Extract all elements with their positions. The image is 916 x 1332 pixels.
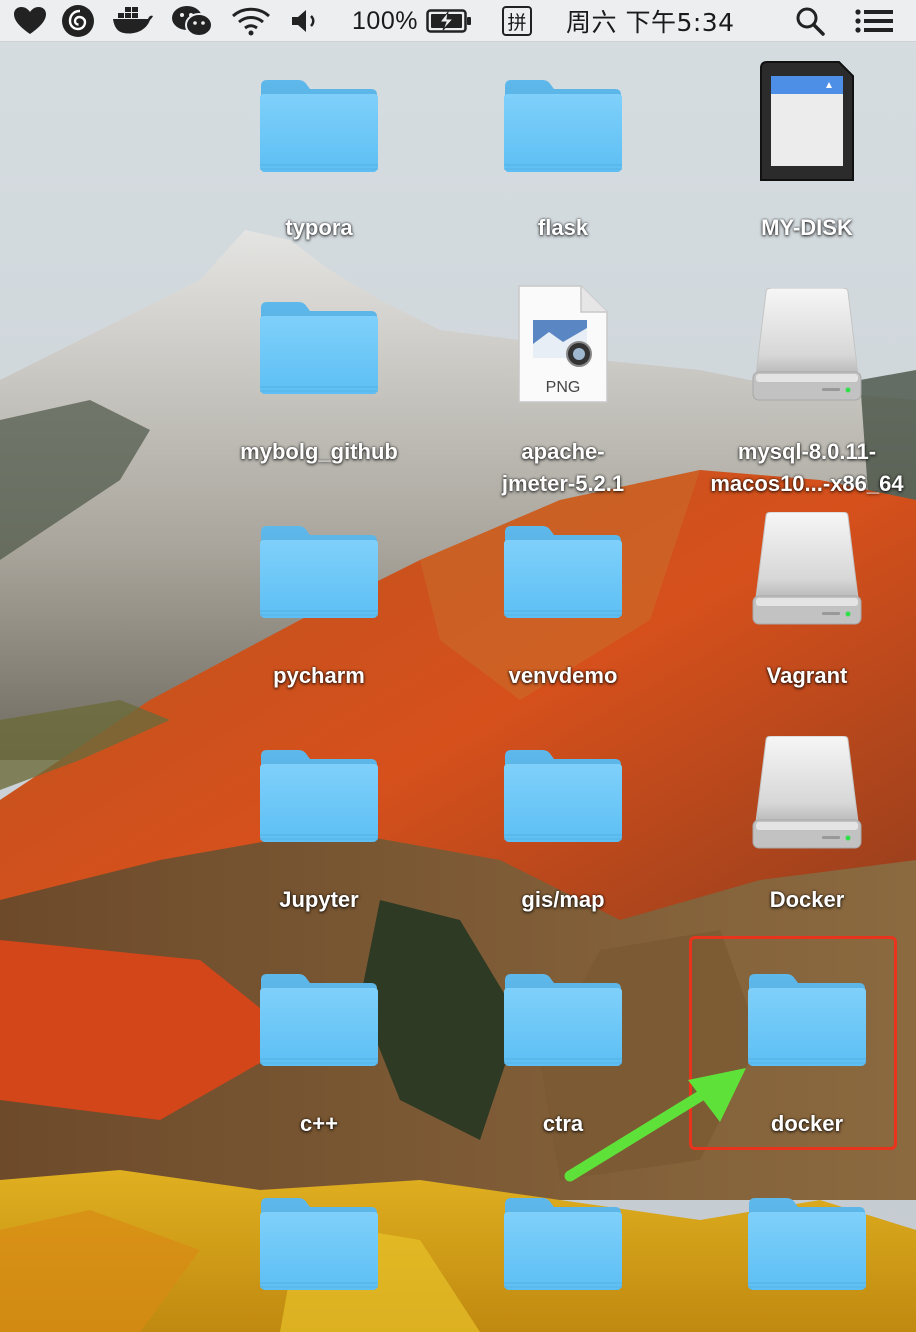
disk-icon: [752, 736, 862, 852]
menu-clock[interactable]: 周六 下午5:34: [566, 0, 756, 42]
item-label: Docker: [769, 887, 845, 912]
item-label: macos10...-x86_64: [710, 471, 904, 496]
desktop-item-venvdemo[interactable]: venvdemo: [443, 520, 683, 692]
pointer-arrow-icon: [564, 1068, 746, 1182]
folder-icon: [503, 748, 623, 844]
desktop-item-typora[interactable]: typora: [199, 72, 439, 244]
disk-icon: [752, 288, 862, 404]
png-file-icon: PNG: [518, 285, 608, 403]
netease-music-icon[interactable]: [58, 0, 98, 42]
folder-icon: [259, 300, 379, 396]
folder-icon: [503, 78, 623, 174]
heart-icon[interactable]: [12, 0, 48, 42]
item-label: mybolg_github: [240, 439, 398, 464]
battery-charging-icon[interactable]: [424, 0, 474, 42]
item-label: MY-DISK: [761, 215, 853, 240]
item-label: apache-: [521, 439, 605, 464]
menu-bar: 100% 拼 周六 下午5:34: [0, 0, 916, 42]
desktop-item-flask[interactable]: flask: [443, 72, 683, 244]
folder-icon: [747, 1196, 867, 1292]
desktop-item-partial-2[interactable]: [443, 1192, 683, 1332]
item-label: typora: [285, 215, 353, 240]
docker-whale-icon[interactable]: [110, 0, 156, 42]
wechat-icon[interactable]: [168, 0, 216, 42]
desktop-item-mybolg-github[interactable]: mybolg_github: [199, 296, 439, 468]
item-label: venvdemo: [508, 663, 618, 688]
desktop-item-partial-3[interactable]: [687, 1192, 916, 1332]
folder-icon: [503, 972, 623, 1068]
volume-icon[interactable]: [286, 0, 326, 42]
desktop-item-my-disk[interactable]: MY-DISK: [687, 61, 916, 244]
desktop-item-apache-jmeter[interactable]: PNG apache- jmeter-5.2.1: [443, 285, 683, 500]
folder-icon: [503, 1196, 623, 1292]
desktop-item-jupyter[interactable]: Jupyter: [199, 744, 439, 916]
item-label: Vagrant: [766, 663, 848, 688]
item-label: Jupyter: [279, 887, 359, 912]
notification-list-icon[interactable]: [852, 0, 896, 42]
item-label: c++: [300, 1111, 338, 1136]
search-icon[interactable]: [790, 0, 830, 42]
wifi-icon[interactable]: [228, 0, 274, 42]
item-label: flask: [537, 215, 589, 240]
folder-icon: [259, 748, 379, 844]
item-label: pycharm: [273, 663, 365, 688]
desktop-item-partial-1[interactable]: [199, 1192, 439, 1332]
item-label: mysql-8.0.11-: [737, 439, 877, 464]
disk-icon: [752, 512, 862, 628]
battery-percent: 100%: [352, 6, 418, 35]
desktop-item-pycharm[interactable]: pycharm: [199, 520, 439, 692]
item-label: jmeter-5.2.1: [501, 471, 625, 496]
folder-icon: [259, 1196, 379, 1292]
item-label: gis/map: [521, 887, 605, 912]
input-method-icon[interactable]: 拼: [500, 0, 534, 42]
folder-icon: [259, 78, 379, 174]
desktop-item-vagrant[interactable]: Vagrant: [687, 520, 916, 692]
desktop-item-cpp[interactable]: c++: [199, 968, 439, 1140]
folder-icon: [259, 524, 379, 620]
folder-icon: [259, 972, 379, 1068]
png-badge: PNG: [546, 379, 581, 396]
sd-card-icon: [760, 61, 854, 181]
desktop-item-mysql[interactable]: mysql-8.0.11- macos10...-x86_64: [687, 296, 916, 500]
folder-icon: [503, 524, 623, 620]
desktop-item-gis-map[interactable]: gis/map: [443, 744, 683, 916]
desktop-item-docker-disk[interactable]: Docker: [687, 744, 916, 916]
